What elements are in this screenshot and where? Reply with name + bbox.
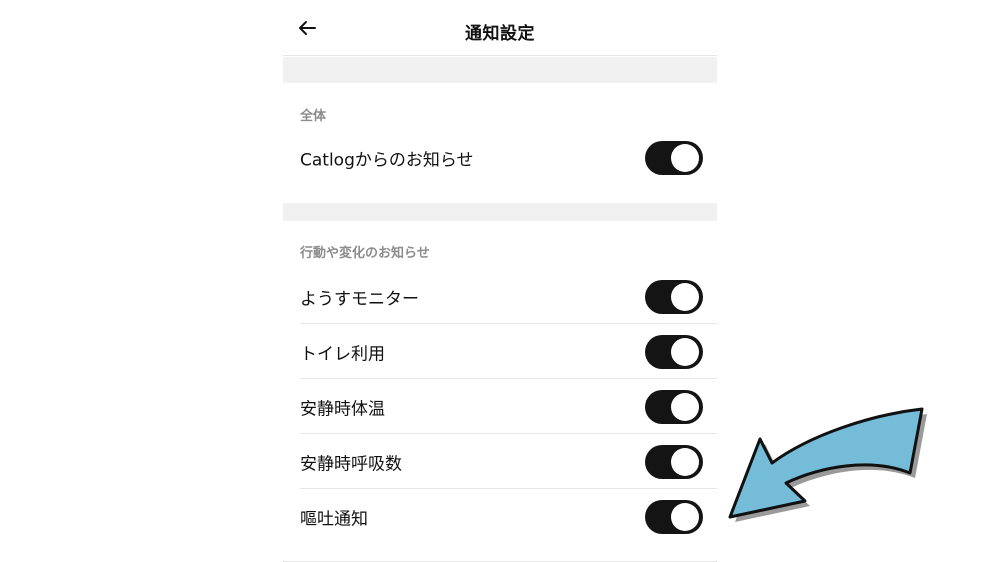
header: 通知設定 bbox=[283, 0, 717, 56]
setting-label: 嘔吐通知 bbox=[300, 509, 368, 529]
section-label-general: 全体 bbox=[300, 109, 327, 124]
setting-row-resting-temperature[interactable]: 安静時体温 bbox=[283, 379, 717, 434]
setting-row-monitor[interactable]: ようすモニター bbox=[283, 269, 717, 324]
toggle-knob bbox=[671, 143, 699, 172]
notification-settings-screen: 通知設定 全体 Catlogからのお知らせ 行動や変化のお知らせ ようすモニター… bbox=[283, 0, 717, 562]
toggle-switch[interactable] bbox=[645, 279, 703, 314]
toggle-switch[interactable] bbox=[645, 334, 703, 369]
setting-label: ようすモニター bbox=[300, 289, 419, 309]
page-title: 通知設定 bbox=[465, 24, 535, 44]
section-label-behavior: 行動や変化のお知らせ bbox=[300, 246, 430, 261]
setting-row-resting-respiration[interactable]: 安静時呼吸数 bbox=[283, 434, 717, 489]
toggle-knob bbox=[671, 502, 699, 531]
setting-label: 安静時呼吸数 bbox=[300, 454, 402, 474]
toggle-switch[interactable] bbox=[645, 444, 703, 479]
setting-row-catlog-news[interactable]: Catlogからのお知らせ bbox=[283, 130, 717, 185]
section-divider bbox=[283, 57, 717, 83]
toggle-knob bbox=[671, 282, 699, 311]
toggle-knob bbox=[671, 337, 699, 366]
section-divider bbox=[283, 203, 717, 221]
setting-label: Catlogからのお知らせ bbox=[300, 150, 474, 170]
setting-label: 安静時体温 bbox=[300, 399, 385, 419]
toggle-switch[interactable] bbox=[645, 389, 703, 424]
setting-label: トイレ利用 bbox=[300, 344, 385, 364]
setting-row-vomit[interactable]: 嘔吐通知 bbox=[283, 489, 717, 544]
curved-arrow-pointer-icon bbox=[728, 407, 927, 522]
setting-row-toilet[interactable]: トイレ利用 bbox=[283, 324, 717, 379]
toggle-switch[interactable] bbox=[645, 499, 703, 534]
toggle-knob bbox=[671, 447, 699, 476]
toggle-knob bbox=[671, 392, 699, 421]
toggle-switch[interactable] bbox=[645, 140, 703, 175]
